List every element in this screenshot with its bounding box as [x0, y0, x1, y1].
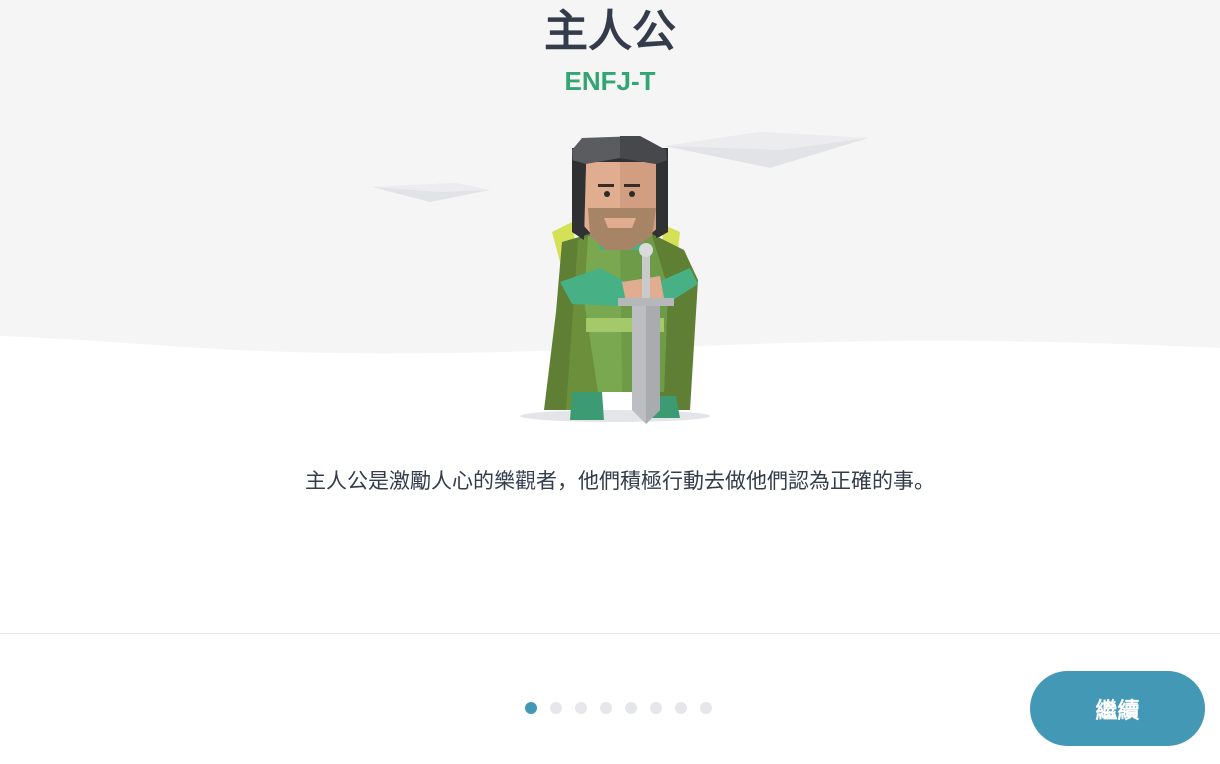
personality-type-code: ENFJ-T	[564, 66, 656, 96]
progress-dot-7[interactable]	[675, 702, 687, 714]
personality-description: 主人公是激勵人心的樂觀者，他們積極行動去做他們認為正確的事。	[305, 469, 935, 493]
progress-dots	[525, 702, 712, 716]
progress-dot-1[interactable]	[525, 702, 537, 714]
progress-dot-6[interactable]	[650, 702, 662, 714]
progress-dot-4[interactable]	[600, 702, 612, 714]
progress-dot-5[interactable]	[625, 702, 637, 714]
progress-dot-8[interactable]	[700, 702, 712, 714]
personality-result-page: 主人公 ENFJ-T 主人公是激勵人心的樂觀者，他們積極行動去做他們認為正確的事…	[0, 0, 1220, 764]
protagonist-knight-illustration	[520, 136, 710, 424]
progress-dot-3[interactable]	[575, 702, 587, 714]
footer-divider	[0, 633, 1220, 634]
continue-button[interactable]: 繼續	[1030, 671, 1205, 746]
progress-dot-2[interactable]	[550, 702, 562, 714]
page-title: 主人公	[544, 6, 676, 57]
